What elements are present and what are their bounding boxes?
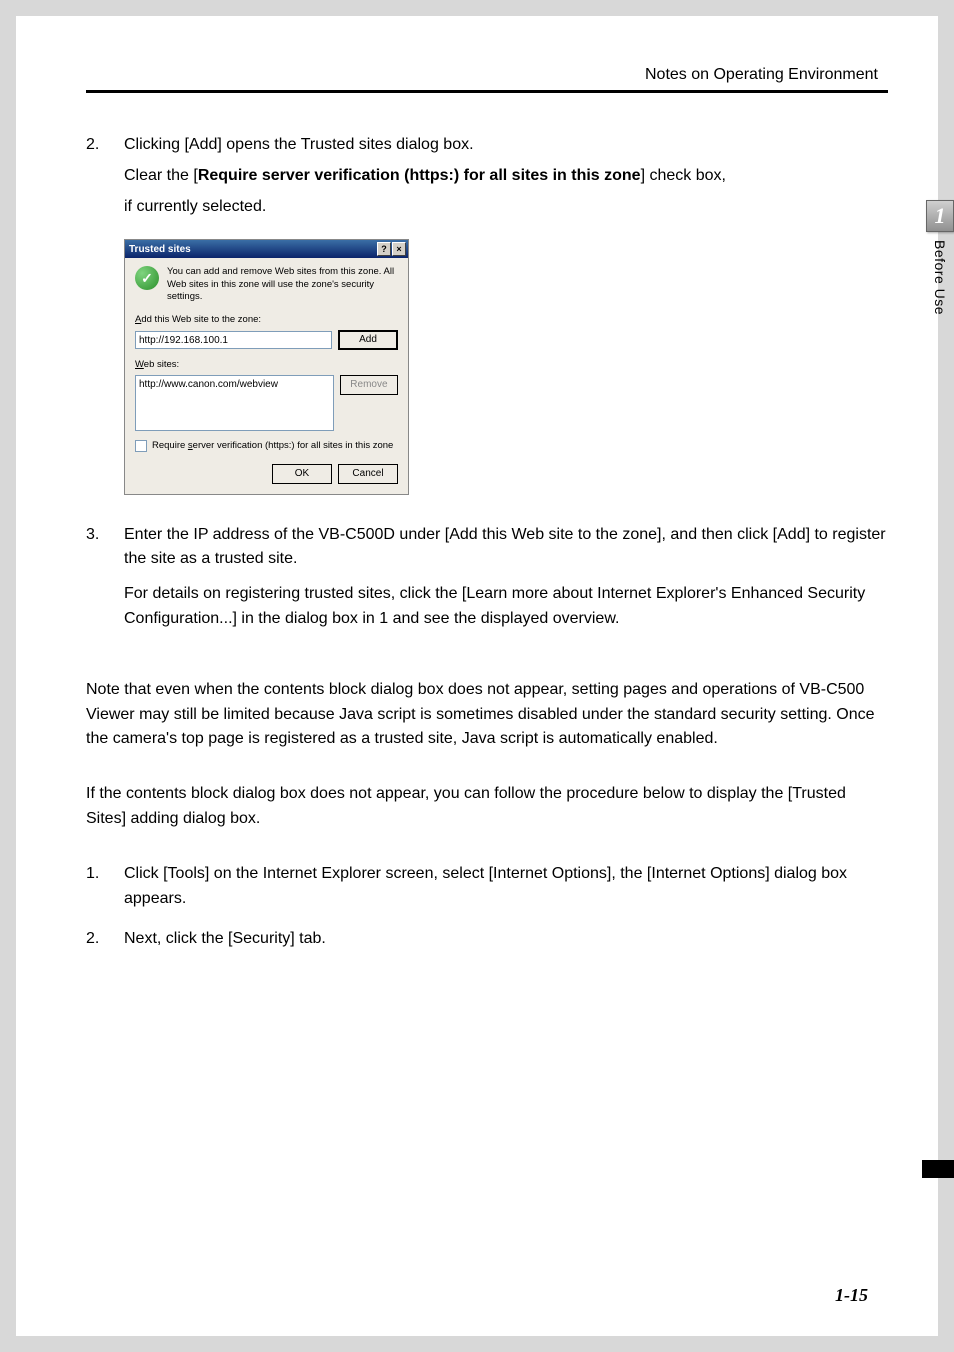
step-number: 3. [86, 523, 124, 638]
step-3-sub: For details on registering trusted sites… [124, 582, 888, 632]
require-https-checkbox[interactable] [135, 440, 147, 452]
help-icon[interactable]: ? [377, 242, 391, 256]
dialog-title: Trusted sites [129, 242, 376, 258]
checkmark-icon: ✓ [135, 266, 159, 290]
note-paragraph-1: Note that even when the contents block d… [86, 678, 888, 752]
step-c-2-line: Next, click the [Security] tab. [124, 927, 888, 952]
step-2: 2. Clicking [Add] opens the Trusted site… [86, 133, 888, 225]
step-3-line: Enter the IP address of the VB-C500D und… [124, 523, 888, 573]
chapter-label: Before Use [932, 240, 948, 315]
websites-label: Web sites: [135, 358, 398, 373]
trusted-sites-dialog: Trusted sites ? × ✓ You can add and remo… [124, 239, 409, 494]
ok-button[interactable]: OK [272, 464, 332, 484]
step-2-sub-2: if currently selected. [124, 195, 888, 220]
step-number: 2. [86, 133, 124, 225]
step-c-1-line: Click [Tools] on the Internet Explorer s… [124, 862, 888, 912]
list-item[interactable]: http://www.canon.com/webview [139, 377, 330, 393]
step-number: 2. [86, 927, 124, 958]
chapter-number: 1 [926, 200, 954, 232]
page-number: 1-15 [835, 1285, 868, 1306]
page-header: Notes on Operating Environment [86, 66, 888, 90]
dialog-titlebar: Trusted sites ? × [125, 240, 408, 258]
remove-button[interactable]: Remove [340, 375, 398, 395]
websites-list[interactable]: http://www.canon.com/webview [135, 375, 334, 431]
add-site-input[interactable] [135, 331, 332, 349]
dialog-intro: You can add and remove Web sites from th… [167, 266, 398, 303]
add-site-label: Add this Web site to the zone: [135, 313, 398, 328]
cancel-button[interactable]: Cancel [338, 464, 398, 484]
step-c-2: 2. Next, click the [Security] tab. [86, 927, 888, 958]
close-icon[interactable]: × [392, 242, 406, 256]
note-paragraph-2: If the contents block dialog box does no… [86, 782, 888, 832]
content: 2. Clicking [Add] opens the Trusted site… [86, 133, 888, 958]
header-rule [86, 90, 888, 93]
step-number: 1. [86, 862, 124, 918]
add-button[interactable]: Add [338, 330, 398, 350]
require-https-label: Require server verification (https:) for… [152, 439, 393, 454]
edge-marker [922, 1160, 954, 1178]
chapter-tab: 1 Before Use [926, 200, 954, 315]
step-2-sub-1: Clear the [Require server verification (… [124, 164, 888, 189]
step-2-line: Clicking [Add] opens the Trusted sites d… [124, 133, 888, 158]
step-3: 3. Enter the IP address of the VB-C500D … [86, 523, 888, 638]
step-c-1: 1. Click [Tools] on the Internet Explore… [86, 862, 888, 918]
